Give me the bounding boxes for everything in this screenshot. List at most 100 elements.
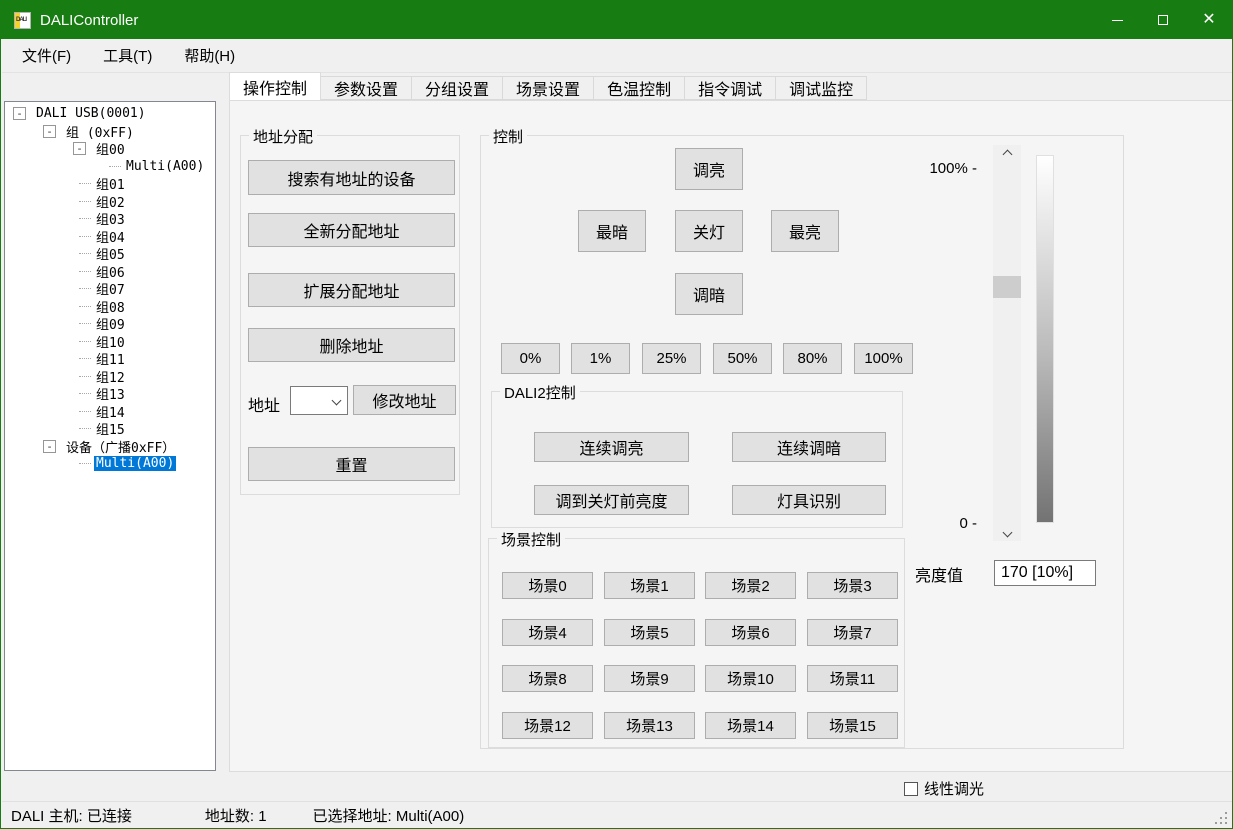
tree-item[interactable]: 组11 <box>5 350 215 368</box>
tab-page-operation-control: 地址分配 搜索有地址的设备 全新分配地址 扩展分配地址 删除地址 地址 修改地址… <box>229 100 1233 772</box>
scroll-up-button[interactable] <box>993 145 1021 163</box>
tab-色温控制[interactable]: 色温控制 <box>594 76 685 100</box>
tree-item[interactable]: 组01 <box>5 175 215 193</box>
tree-item[interactable]: 组03 <box>5 210 215 228</box>
tree-item-label: Multi(A00) <box>124 159 206 174</box>
tree-item[interactable]: -设备（广播0xFF） <box>5 438 215 456</box>
scene-button-5[interactable]: 场景5 <box>604 619 695 646</box>
tree-item[interactable]: 组10 <box>5 333 215 351</box>
tree-connector <box>79 183 91 184</box>
scene-button-11[interactable]: 场景11 <box>807 665 898 692</box>
menu-item-文件(F)[interactable]: 文件(F) <box>10 40 83 71</box>
address-combobox[interactable] <box>290 386 348 415</box>
scene-button-6[interactable]: 场景6 <box>705 619 796 646</box>
tab-调试监控[interactable]: 调试监控 <box>776 76 867 100</box>
scene-button-9[interactable]: 场景9 <box>604 665 695 692</box>
minimize-button[interactable] <box>1094 1 1140 39</box>
continuous-brighten-button[interactable]: 连续调亮 <box>534 432 689 462</box>
control-group: 控制 调亮 最暗 关灯 最亮 调暗 0%1%25%50%80%100% DALI… <box>480 135 1124 749</box>
tab-指令调试[interactable]: 指令调试 <box>685 76 776 100</box>
tree-item-label: 组00 <box>94 139 127 158</box>
scene-button-0[interactable]: 场景0 <box>502 572 593 599</box>
scene-button-3[interactable]: 场景3 <box>807 572 898 599</box>
percent-button-100%[interactable]: 100% <box>854 343 913 374</box>
brighten-button[interactable]: 调亮 <box>675 148 743 190</box>
dim-button[interactable]: 调暗 <box>675 273 743 315</box>
delete-address-button[interactable]: 删除地址 <box>248 328 455 362</box>
luminaire-identify-button[interactable]: 灯具识别 <box>732 485 886 515</box>
tree-connector <box>79 323 91 324</box>
tree-item[interactable]: 组13 <box>5 385 215 403</box>
percent-button-80%[interactable]: 80% <box>783 343 842 374</box>
dali2-control-group: DALI2控制 连续调亮 连续调暗 调到关灯前亮度 灯具识别 <box>491 391 903 528</box>
scene-button-10[interactable]: 场景10 <box>705 665 796 692</box>
tree-item[interactable]: Multi(A00) <box>5 455 215 473</box>
scene-button-14[interactable]: 场景14 <box>705 712 796 739</box>
tree-item[interactable]: Multi(A00) <box>5 158 215 176</box>
tree-item[interactable]: 组09 <box>5 315 215 333</box>
search-addressed-devices-button[interactable]: 搜索有地址的设备 <box>248 160 455 195</box>
tree-item[interactable]: 组05 <box>5 245 215 263</box>
scrollbar-thumb[interactable] <box>993 276 1021 298</box>
menubar: 文件(F) 工具(T) 帮助(H) <box>2 39 1233 73</box>
tab-分组设置[interactable]: 分组设置 <box>412 76 503 100</box>
scene-button-8[interactable]: 场景8 <box>502 665 593 692</box>
tree-connector <box>109 166 121 167</box>
resize-grip[interactable] <box>1225 822 1227 824</box>
tree-item[interactable]: 组08 <box>5 298 215 316</box>
tree-item[interactable]: 组15 <box>5 420 215 438</box>
menu-item-工具(T)[interactable]: 工具(T) <box>91 40 164 71</box>
recall-last-level-button[interactable]: 调到关灯前亮度 <box>534 485 689 515</box>
scene-button-7[interactable]: 场景7 <box>807 619 898 646</box>
tree-item[interactable]: -组 (0xFF) <box>5 123 215 141</box>
tree-expander-icon[interactable]: - <box>73 142 86 155</box>
app-icon <box>14 12 31 29</box>
scene-button-2[interactable]: 场景2 <box>705 572 796 599</box>
dimmest-button[interactable]: 最暗 <box>578 210 646 252</box>
brightness-scrollbar[interactable] <box>993 145 1021 541</box>
assign-new-address-button[interactable]: 全新分配地址 <box>248 213 455 247</box>
continuous-dim-button[interactable]: 连续调暗 <box>732 432 886 462</box>
tree-item[interactable]: 组14 <box>5 403 215 421</box>
tree-item[interactable]: 组04 <box>5 228 215 246</box>
maximize-button[interactable] <box>1140 1 1186 39</box>
percent-button-50%[interactable]: 50% <box>713 343 772 374</box>
tree-expander-icon[interactable]: - <box>43 125 56 138</box>
tree-item[interactable]: -DALI USB(0001) <box>5 105 215 123</box>
tree-item[interactable]: 组06 <box>5 263 215 281</box>
tree-item-label: 组05 <box>94 244 127 263</box>
tree-expander-icon[interactable]: - <box>43 440 56 453</box>
assign-extended-address-button[interactable]: 扩展分配地址 <box>248 273 455 307</box>
lights-off-button[interactable]: 关灯 <box>675 210 743 252</box>
tree-connector <box>79 376 91 377</box>
scene-button-13[interactable]: 场景13 <box>604 712 695 739</box>
tree-item[interactable]: 组02 <box>5 193 215 211</box>
scene-button-4[interactable]: 场景4 <box>502 619 593 646</box>
tree-expander-icon[interactable]: - <box>13 107 26 120</box>
tree-item[interactable]: 组07 <box>5 280 215 298</box>
tree-item[interactable]: -组00 <box>5 140 215 158</box>
modify-address-button[interactable]: 修改地址 <box>353 385 456 415</box>
statusbar: DALI 主机: 已连接 地址数: 1 已选择地址: Multi(A00) <box>2 801 1233 829</box>
scene-button-15[interactable]: 场景15 <box>807 712 898 739</box>
linear-dimming-checkbox[interactable] <box>904 782 918 796</box>
brightness-gradient-bar <box>1036 155 1054 523</box>
percent-button-0%[interactable]: 0% <box>501 343 560 374</box>
menu-item-帮助(H)[interactable]: 帮助(H) <box>172 40 247 71</box>
scene-button-1[interactable]: 场景1 <box>604 572 695 599</box>
tab-操作控制[interactable]: 操作控制 <box>229 72 321 100</box>
percent-button-25%[interactable]: 25% <box>642 343 701 374</box>
scene-button-12[interactable]: 场景12 <box>502 712 593 739</box>
min-brightness-label: 0 - <box>959 515 977 532</box>
tab-参数设置[interactable]: 参数设置 <box>321 76 412 100</box>
address-group-title: 地址分配 <box>249 126 317 147</box>
tree-item[interactable]: 组12 <box>5 368 215 386</box>
brightness-value-field[interactable]: 170 [10%] <box>994 560 1096 586</box>
tree-item-label: Multi(A00) <box>94 456 176 471</box>
close-button[interactable]: ✕ <box>1186 1 1232 39</box>
brightest-button[interactable]: 最亮 <box>771 210 839 252</box>
reset-button[interactable]: 重置 <box>248 447 455 481</box>
scroll-down-button[interactable] <box>993 523 1021 541</box>
percent-button-1%[interactable]: 1% <box>571 343 630 374</box>
tab-场景设置[interactable]: 场景设置 <box>503 76 594 100</box>
